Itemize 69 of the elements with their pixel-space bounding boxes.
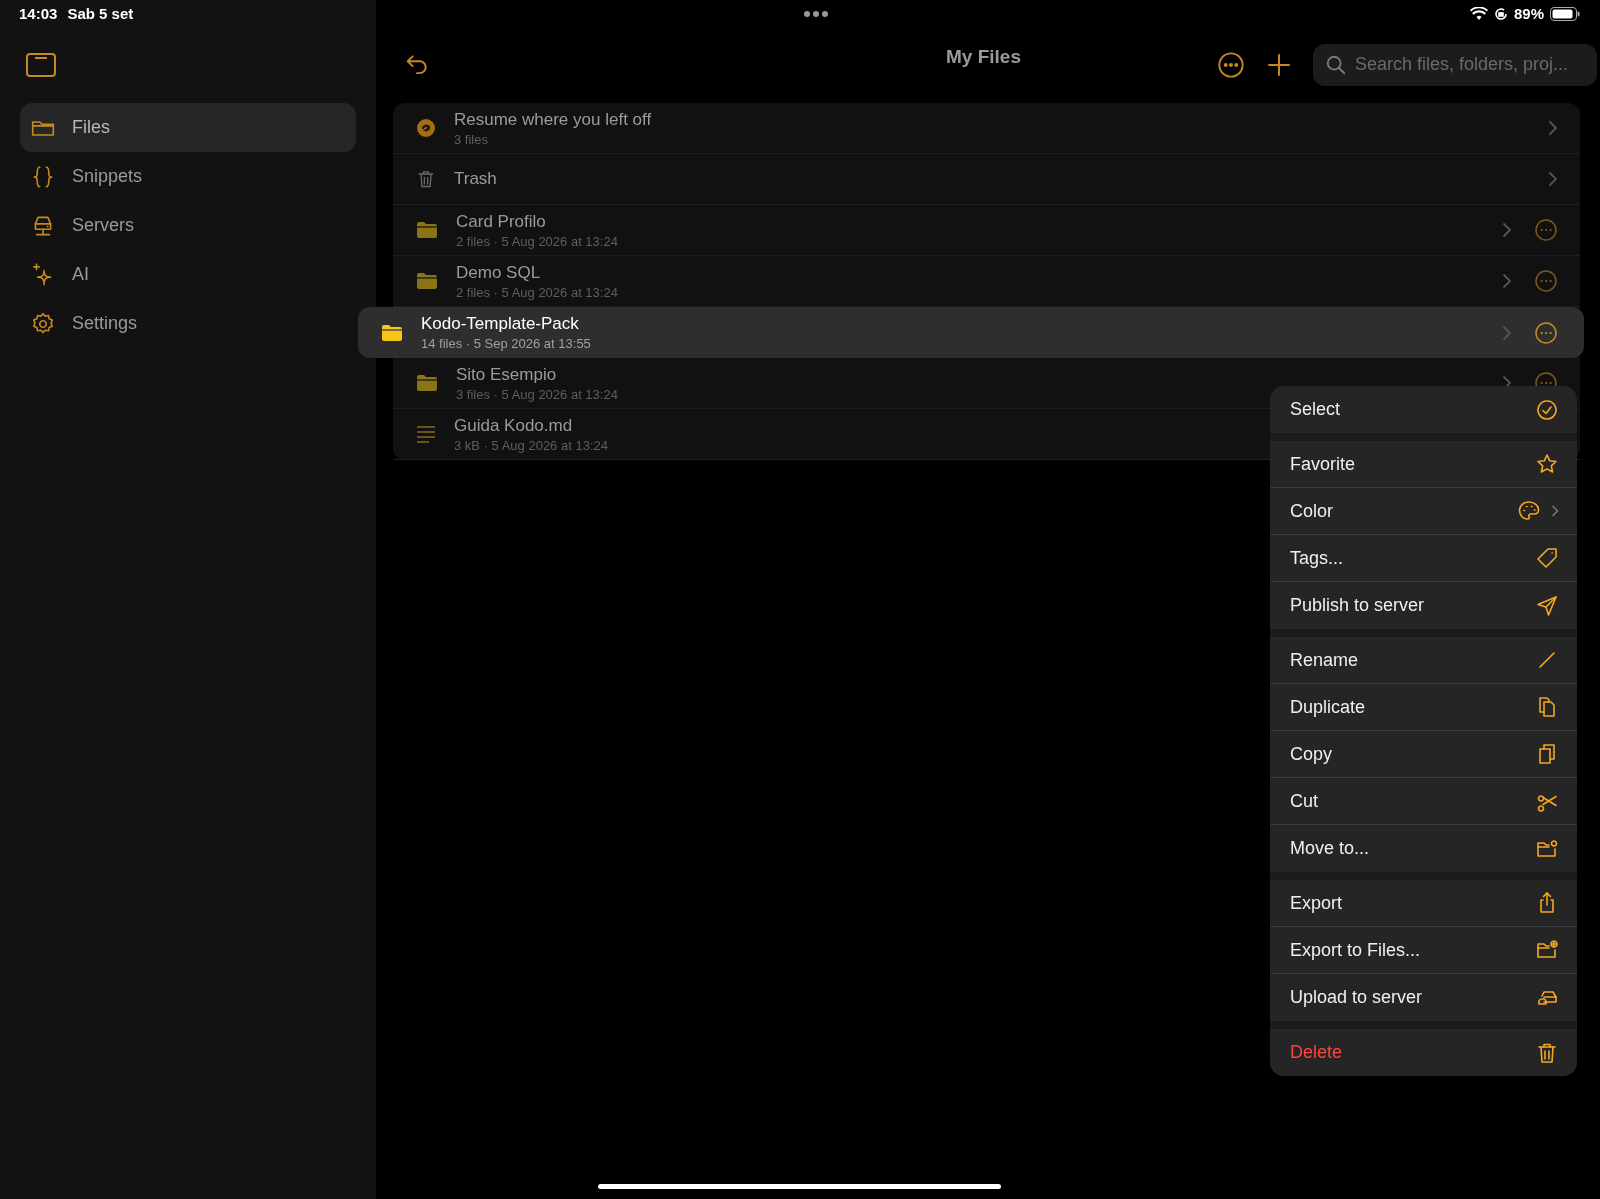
menu-item[interactable]: Move to... [1270, 825, 1577, 872]
more-options-icon[interactable] [1534, 269, 1558, 293]
paper-plane-icon [1535, 593, 1559, 618]
multitasking-dots-icon[interactable] [803, 10, 829, 18]
file-row[interactable]: Card Profilo 2 files · 5 Aug 2026 at 13:24 [393, 205, 1580, 256]
chevron-right-icon [1502, 222, 1512, 238]
more-options-icon[interactable] [1534, 320, 1558, 345]
search-field[interactable]: Search files, folders, proj... [1313, 43, 1597, 86]
sidebar-item[interactable]: Settings [20, 299, 356, 348]
menu-item[interactable]: Copy [1270, 731, 1577, 778]
tag-icon [1535, 546, 1559, 570]
chevron-right-icon [1548, 171, 1558, 187]
checkmark-circle-icon [1535, 397, 1559, 422]
menu-item[interactable]: Favorite [1270, 441, 1577, 488]
status-date: Sab 5 set [67, 4, 134, 22]
row-details: 2 files · 5 Aug 2026 at 13:24 [456, 233, 618, 249]
sidebar-item[interactable]: Files [20, 103, 356, 152]
page-title: My Files [946, 46, 1021, 68]
resume-icon [416, 118, 436, 138]
rotation-lock-icon [1493, 6, 1508, 21]
status-time: 14:03 [19, 4, 58, 22]
sidebar-item[interactable]: Servers [20, 201, 356, 250]
sidebar-item[interactable]: AI [20, 250, 356, 299]
row-title: Trash [454, 169, 497, 189]
row-details: 14 files · 5 Sep 2026 at 13:55 [421, 336, 591, 351]
menu-item[interactable]: Rename [1270, 637, 1577, 684]
row-title: Sito Esempio [456, 364, 558, 385]
menu-item[interactable]: Select [1270, 386, 1577, 433]
folder-icon [381, 323, 403, 342]
menu-item[interactable]: Export to Files... [1270, 927, 1577, 974]
more-options-icon[interactable] [1534, 218, 1558, 242]
row-title: Kodo-Template-Pack [421, 314, 580, 334]
battery-icon [1550, 6, 1580, 21]
row-title: Resume where you left off [454, 109, 652, 130]
palette-icon [1517, 499, 1541, 523]
row-details: 2 files · 5 Aug 2026 at 13:24 [456, 284, 618, 300]
row-title: Card Profilo [456, 211, 547, 232]
row-details: 3 files [454, 131, 489, 147]
menu-item[interactable]: Cut [1270, 778, 1577, 825]
row-title: Guida Kodo.md [454, 415, 574, 436]
more-options-icon[interactable] [1217, 50, 1245, 79]
menu-item[interactable]: Duplicate [1270, 684, 1577, 731]
row-details: 3 files · 5 Aug 2026 at 13:24 [456, 386, 618, 402]
trash-icon [416, 168, 436, 190]
menu-item[interactable]: Tags... [1270, 535, 1577, 582]
chevron-right-icon [1548, 120, 1558, 136]
folder-icon [416, 272, 438, 290]
folder-icon [416, 374, 438, 392]
menu-item[interactable]: Export [1270, 880, 1577, 927]
menu-item[interactable]: Upload to server [1270, 974, 1577, 1021]
sidebar-item[interactable]: Snippets [20, 152, 356, 201]
search-icon [1325, 53, 1347, 76]
sidebar-toggle-icon[interactable] [26, 52, 56, 77]
add-icon[interactable] [1267, 52, 1291, 77]
folder-icon [416, 221, 438, 239]
row-details: 3 kB · 5 Aug 2026 at 13:24 [454, 437, 608, 453]
chevron-right-icon [1502, 273, 1512, 289]
menu-item[interactable]: Color [1270, 488, 1577, 535]
wifi-icon [1469, 6, 1488, 21]
file-row[interactable]: Kodo-Template-Pack 14 files · 5 Sep 2026 at 13:55 [358, 307, 1584, 358]
row-title: Demo SQL [456, 262, 542, 283]
battery-percentage: 89% [1513, 5, 1544, 22]
text-document-icon [416, 425, 436, 443]
file-row[interactable]: Resume where you left off 3 files [393, 103, 1580, 154]
menu-item[interactable]: Publish to server [1270, 582, 1577, 629]
chevron-right-icon [1502, 324, 1512, 341]
menu-item[interactable]: Delete [1270, 1029, 1577, 1076]
star-icon [1535, 452, 1559, 476]
file-row[interactable]: Trash [393, 154, 1580, 205]
